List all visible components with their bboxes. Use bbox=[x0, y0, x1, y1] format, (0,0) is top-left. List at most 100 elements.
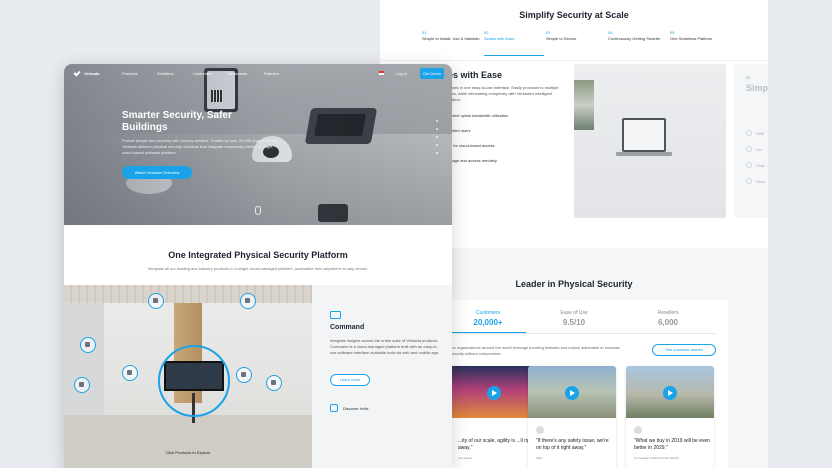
case-quote: ...ity of our scale, agility is ...ll ri… bbox=[458, 438, 534, 451]
stat-label: Ease of Use bbox=[560, 310, 588, 316]
country-flag-icon[interactable] bbox=[379, 71, 384, 75]
carousel-dot[interactable] bbox=[436, 128, 438, 130]
camera-hotspot-icon[interactable] bbox=[148, 293, 164, 309]
feature-heading: es with Ease bbox=[448, 70, 503, 80]
nav-item-customers[interactable]: Customers bbox=[193, 71, 212, 76]
next-feature-item: Ver bbox=[756, 147, 763, 152]
explore-caption: Click Products to Explore bbox=[165, 450, 211, 455]
carousel-dot[interactable] bbox=[436, 152, 438, 154]
step-number: 05 bbox=[670, 30, 675, 35]
discover-helix-link[interactable]: Discover Helix bbox=[343, 406, 369, 411]
stat-label: Resellers bbox=[657, 310, 679, 316]
sensor-hotspot-icon[interactable] bbox=[80, 337, 96, 353]
case-quote: "If there's any safety issue, we're on t… bbox=[536, 438, 609, 451]
play-icon[interactable] bbox=[663, 386, 677, 400]
feature-item: limited users bbox=[440, 128, 570, 133]
stat-tab-customers[interactable]: Customers 20,000+ bbox=[448, 310, 528, 327]
step-label: One Seamless Platform bbox=[670, 36, 713, 41]
case-study-card[interactable]: "What we buy in 2019 will be even better… bbox=[626, 366, 714, 468]
scroll-down-icon[interactable] bbox=[255, 206, 261, 215]
customer-stories-button[interactable]: See customer stories bbox=[652, 344, 716, 356]
feature-item: anage and access remotely bbox=[440, 158, 570, 163]
step-label: Simple to Install, Use & Maintain bbox=[422, 36, 480, 41]
step-label: Continuously Getting Smarter bbox=[608, 36, 661, 41]
camera-hotspot-icon[interactable] bbox=[122, 365, 138, 381]
case-author: Las Vegas bbox=[458, 456, 473, 460]
play-icon[interactable] bbox=[565, 386, 579, 400]
feature-item-label: ce for cloud-based access bbox=[448, 143, 495, 148]
alarm-hotspot-icon[interactable] bbox=[236, 367, 252, 383]
nav-item-partners[interactable]: Partners bbox=[264, 71, 279, 76]
step-number: 03 bbox=[546, 30, 551, 35]
product-title: Command bbox=[330, 324, 365, 331]
chart-icon bbox=[746, 162, 752, 168]
feature-thumbnail bbox=[574, 80, 594, 130]
step-number: 04 bbox=[608, 30, 613, 35]
platform-subtitle: Integrate all our leading and industry p… bbox=[148, 266, 368, 271]
active-stat-indicator bbox=[450, 332, 526, 333]
stat-tab-resellers[interactable]: Resellers 6,000 bbox=[628, 310, 708, 327]
feature-description: all devices in one easy-to-use interface… bbox=[440, 85, 559, 102]
next-feature-item: Char bbox=[756, 163, 765, 168]
divider bbox=[380, 60, 768, 61]
back-page-title: Simplify Security at Scale bbox=[519, 10, 629, 20]
step-tab[interactable]: 03 Simple to Secure bbox=[546, 30, 606, 41]
brand-logo[interactable]: Verkada bbox=[73, 68, 100, 77]
hero-title: Smarter Security, Safer Buildings bbox=[122, 110, 232, 133]
verify-icon bbox=[746, 146, 752, 152]
selected-product-ring[interactable] bbox=[158, 345, 230, 417]
company-logo bbox=[634, 426, 642, 434]
step-tab[interactable]: 05 One Seamless Platform bbox=[670, 30, 730, 41]
brand-name: Verkada bbox=[84, 71, 100, 76]
stat-value: 6,000 bbox=[657, 318, 679, 327]
case-author: La Canada Unified School District bbox=[634, 456, 679, 460]
get-demo-button[interactable]: Get Demo bbox=[420, 68, 444, 79]
step-label: Scales with Ease bbox=[484, 36, 515, 41]
step-label: Simple to Secure bbox=[546, 36, 577, 41]
case-study-card[interactable]: ...ity of our scale, agility is ...ll ri… bbox=[450, 366, 538, 468]
feature-item-label: fficient uplink bandwidth utilization bbox=[448, 113, 509, 118]
stat-tab-ease[interactable]: Ease of Use 9.5/10 bbox=[534, 310, 614, 327]
feature-item: ce for cloud-based access bbox=[440, 143, 570, 148]
step-tab[interactable]: 04 Continuously Getting Smarter bbox=[608, 30, 668, 41]
carousel-dot[interactable] bbox=[436, 144, 438, 146]
nav-item-solutions[interactable]: Solutions bbox=[157, 71, 173, 76]
carousel-dot[interactable] bbox=[436, 120, 438, 122]
stat-value: 9.5/10 bbox=[562, 318, 586, 327]
feature-text: es with Ease all devices in one easy-to-… bbox=[440, 70, 570, 163]
divider bbox=[450, 333, 716, 334]
step-number: 01 bbox=[422, 30, 427, 35]
laptop-base bbox=[616, 152, 672, 156]
login-link[interactable]: Log in bbox=[396, 71, 407, 76]
product-description: Integrate insights across the entire sui… bbox=[330, 338, 440, 355]
carousel-dot[interactable] bbox=[436, 136, 438, 138]
verkada-logo-icon bbox=[73, 68, 81, 77]
laptop-image bbox=[622, 118, 666, 152]
camera-hotspot-icon[interactable] bbox=[240, 293, 256, 309]
case-study-card[interactable]: "If there's any safety issue, we're on t… bbox=[528, 366, 616, 468]
lock-icon bbox=[746, 178, 752, 184]
helix-icon bbox=[330, 404, 338, 412]
next-feature-item: Setti bbox=[756, 131, 765, 136]
office-ceiling bbox=[64, 285, 312, 303]
step-tab[interactable]: 01 Simple to Install, Use & Maintain bbox=[422, 30, 482, 41]
step-tab[interactable]: 02 Scales with Ease bbox=[484, 30, 544, 41]
intercom-hotspot-icon[interactable] bbox=[266, 375, 282, 391]
learn-more-button[interactable]: Learn more bbox=[330, 374, 370, 386]
feature-item: fficient uplink bandwidth utilization bbox=[440, 113, 570, 118]
settings-icon bbox=[746, 130, 752, 136]
feature-item-label: anage and access remotely bbox=[448, 158, 497, 163]
stat-value: 20,000+ bbox=[473, 318, 503, 327]
nav-item-products[interactable]: Products bbox=[122, 71, 138, 76]
leader-description: ore organizations around the world lever… bbox=[450, 345, 620, 356]
platform-title: One Integrated Physical Security Platfor… bbox=[168, 250, 348, 260]
command-icon bbox=[330, 311, 341, 319]
hero-description: Protect people and property with privacy… bbox=[122, 138, 277, 155]
next-feature-item: Seco bbox=[756, 179, 766, 184]
front-page: Verkada Products Solutions Customers Res… bbox=[64, 64, 452, 468]
reader-hotspot-icon[interactable] bbox=[74, 377, 90, 393]
next-feature-title: Simpl bbox=[746, 83, 768, 93]
watch-overview-button[interactable]: Watch Verkada Overview bbox=[122, 166, 192, 179]
play-icon[interactable] bbox=[487, 386, 501, 400]
nav-item-resources[interactable]: Resources bbox=[228, 71, 247, 76]
